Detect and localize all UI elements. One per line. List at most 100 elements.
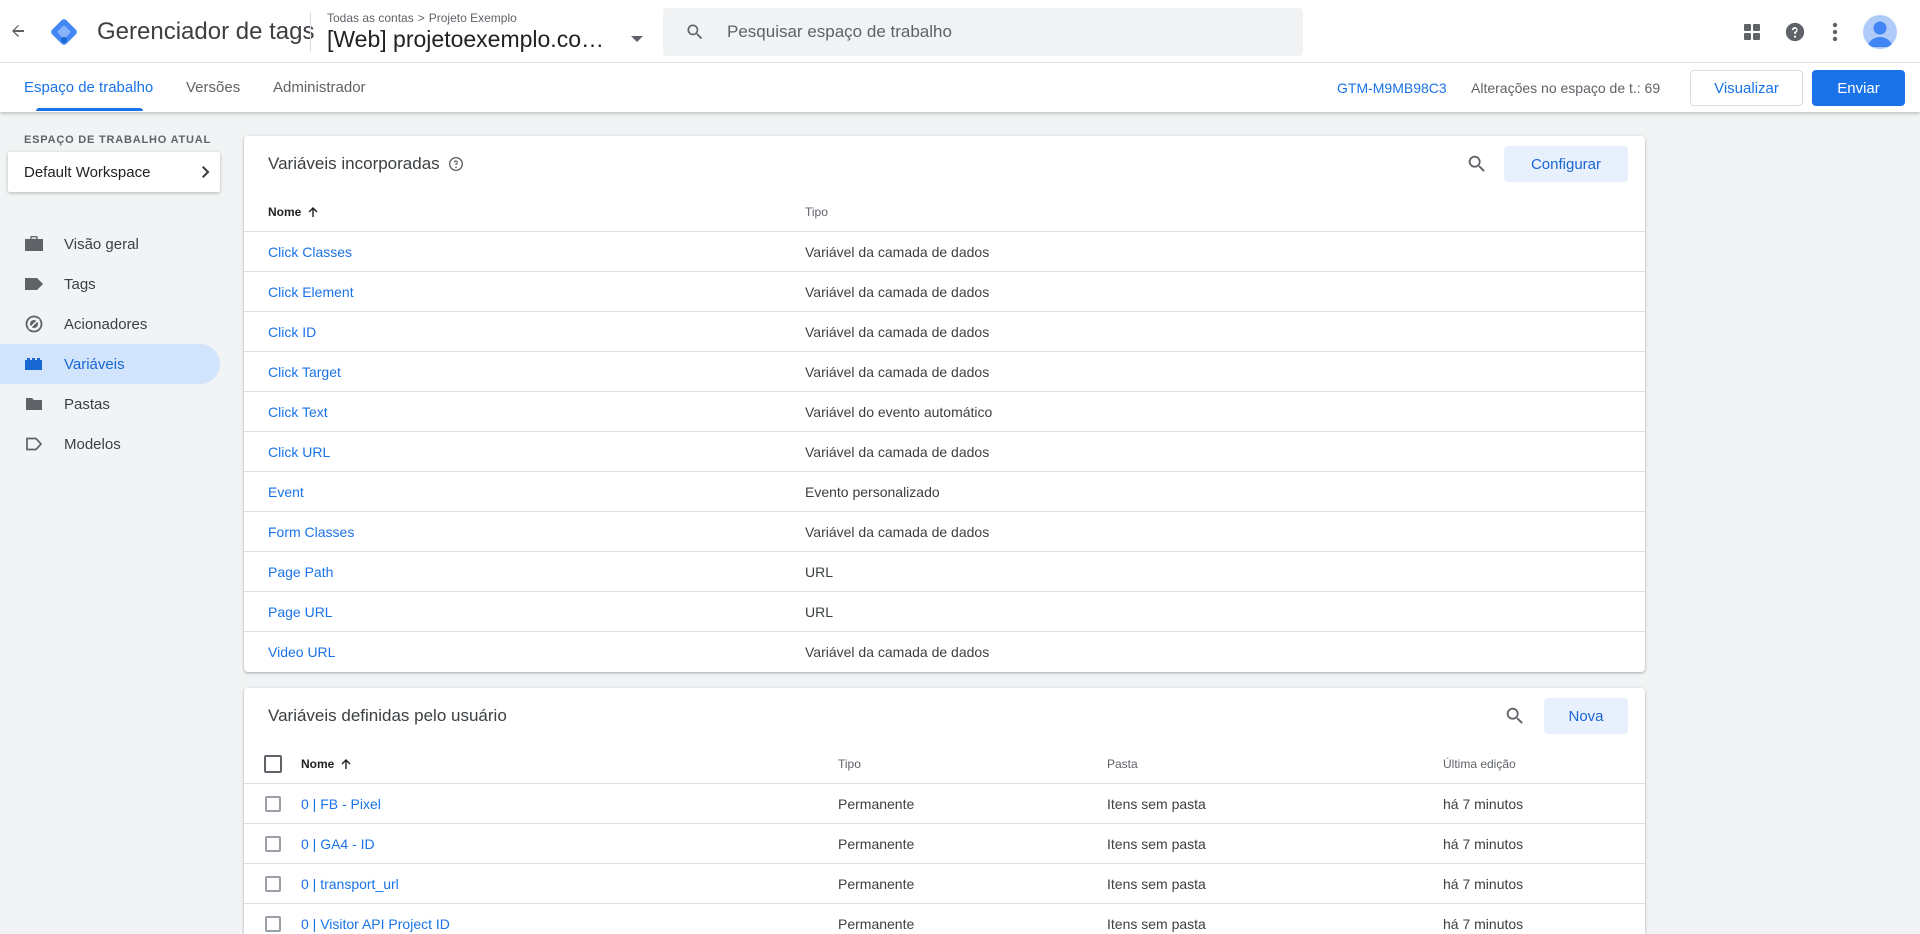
builtin-variables-card: Variáveis incorporadas Configurar Nome T… bbox=[244, 136, 1645, 672]
variable-type: Permanente bbox=[838, 876, 915, 892]
more-vert-icon[interactable] bbox=[1822, 19, 1848, 45]
variable-name-link[interactable]: 0 | Visitor API Project ID bbox=[301, 916, 450, 932]
column-header-label: Nome bbox=[301, 757, 335, 771]
apps-grid-icon[interactable] bbox=[1739, 19, 1765, 45]
table-row: 0 | Visitor API Project ID Permanente It… bbox=[244, 903, 1645, 934]
help-outline-icon[interactable] bbox=[448, 156, 464, 172]
variable-type: Variável da camada de dados bbox=[805, 444, 990, 460]
tab-admin[interactable]: Administrador bbox=[273, 79, 366, 96]
arrow-up-icon bbox=[308, 207, 318, 217]
breadcrumb-root[interactable]: Todas as contas bbox=[327, 11, 414, 25]
configure-button[interactable]: Configurar bbox=[1504, 146, 1628, 182]
table-row: Video URL Variável da camada de dados bbox=[244, 631, 1645, 671]
sidebar-item-label: Acionadores bbox=[64, 316, 148, 333]
sidebar-item-label: Variáveis bbox=[64, 356, 125, 373]
breadcrumb-account[interactable]: Projeto Exemplo bbox=[429, 11, 517, 25]
row-checkbox[interactable] bbox=[265, 916, 281, 932]
table-row: Click Element Variável da camada de dados bbox=[244, 271, 1645, 311]
search-input[interactable] bbox=[727, 8, 1287, 56]
table-row: Event Evento personalizado bbox=[244, 471, 1645, 511]
sidebar-item-label: Tags bbox=[64, 276, 96, 293]
user-avatar[interactable] bbox=[1863, 15, 1897, 49]
variable-type: Variável da camada de dados bbox=[805, 324, 990, 340]
tab-versions[interactable]: Versões bbox=[186, 79, 240, 96]
user-defined-variables-title: Variáveis definidas pelo usuário bbox=[268, 706, 507, 725]
sidebar-item-tags[interactable]: Tags bbox=[0, 264, 220, 304]
sidebar-item-folders[interactable]: Pastas bbox=[0, 384, 220, 424]
search-icon[interactable] bbox=[1504, 705, 1526, 727]
variable-type: Variável da camada de dados bbox=[805, 524, 990, 540]
sidebar-item-overview[interactable]: Visão geral bbox=[0, 224, 220, 264]
table-row: Click Text Variável do evento automático bbox=[244, 391, 1645, 431]
variable-type: Variável da camada de dados bbox=[805, 284, 990, 300]
select-all-checkbox[interactable] bbox=[264, 755, 282, 773]
sidebar-item-label: Visão geral bbox=[64, 236, 139, 253]
container-id-link[interactable]: GTM-M9MB98C3 bbox=[1337, 80, 1447, 96]
preview-button[interactable]: Visualizar bbox=[1690, 70, 1803, 106]
header-divider bbox=[310, 12, 311, 52]
variable-name-link[interactable]: Click Element bbox=[268, 284, 354, 300]
breadcrumb-separator-icon: > bbox=[417, 11, 425, 25]
variable-name-link[interactable]: Video URL bbox=[268, 644, 335, 660]
workspace-search-box[interactable] bbox=[663, 8, 1303, 56]
variables-icon bbox=[24, 355, 44, 373]
variable-name-link[interactable]: Page URL bbox=[268, 604, 333, 620]
variable-name-link[interactable]: 0 | FB - Pixel bbox=[301, 796, 381, 812]
sidebar-item-variables[interactable]: Variáveis bbox=[0, 344, 220, 384]
back-arrow-icon[interactable] bbox=[6, 19, 30, 43]
variable-name-link[interactable]: Click ID bbox=[268, 324, 316, 340]
column-header-name[interactable]: Nome bbox=[301, 757, 352, 771]
column-header-type: Tipo bbox=[838, 757, 861, 771]
workspace-changes-count: Alterações no espaço de t.: 69 bbox=[1471, 80, 1661, 96]
variable-folder: Itens sem pasta bbox=[1107, 916, 1206, 932]
variable-name-link[interactable]: Click Text bbox=[268, 404, 328, 420]
table-row: 0 | transport_url Permanente Itens sem p… bbox=[244, 863, 1645, 903]
column-header-name[interactable]: Nome bbox=[268, 205, 319, 219]
table-row: Click URL Variável da camada de dados bbox=[244, 431, 1645, 471]
row-checkbox[interactable] bbox=[265, 796, 281, 812]
variable-name-link[interactable]: Click Target bbox=[268, 364, 341, 380]
variable-type: Variável da camada de dados bbox=[805, 644, 990, 660]
variable-type: Variável da camada de dados bbox=[805, 364, 990, 380]
current-workspace-label: ESPAÇO DE TRABALHO ATUAL bbox=[24, 134, 212, 146]
variable-name-link[interactable]: Click URL bbox=[268, 444, 330, 460]
workspace-nav-bar: Espaço de trabalho Versões Administrador… bbox=[0, 63, 1920, 112]
column-header-label: Nome bbox=[268, 205, 302, 219]
workspace-name: Default Workspace bbox=[24, 164, 151, 181]
tab-workspace[interactable]: Espaço de trabalho bbox=[24, 79, 153, 96]
sidebar-item-templates[interactable]: Modelos bbox=[0, 424, 220, 464]
table-row: Form Classes Variável da camada de dados bbox=[244, 511, 1645, 551]
help-icon[interactable] bbox=[1782, 19, 1808, 45]
search-icon[interactable] bbox=[1466, 153, 1488, 175]
app-title: Gerenciador de tags bbox=[97, 18, 315, 45]
variable-name-link[interactable]: Page Path bbox=[268, 564, 333, 580]
variable-type: Permanente bbox=[838, 796, 915, 812]
variable-type: URL bbox=[805, 564, 834, 580]
sidebar-item-triggers[interactable]: Acionadores bbox=[0, 304, 220, 344]
arrow-up-icon bbox=[341, 759, 351, 769]
variable-name-link[interactable]: Event bbox=[268, 484, 304, 500]
card-title-text: Variáveis incorporadas bbox=[268, 154, 440, 173]
caret-down-icon[interactable] bbox=[631, 36, 643, 42]
variable-name-link[interactable]: Form Classes bbox=[268, 524, 354, 540]
variable-name-link[interactable]: 0 | GA4 - ID bbox=[301, 836, 375, 852]
variable-type: Variável do evento automático bbox=[805, 404, 993, 420]
column-header-type: Tipo bbox=[805, 205, 828, 219]
submit-button[interactable]: Enviar bbox=[1812, 70, 1905, 106]
variable-name-link[interactable]: 0 | transport_url bbox=[301, 876, 399, 892]
variable-name-link[interactable]: Click Classes bbox=[268, 244, 352, 260]
breadcrumb: Todas as contas > Projeto Exemplo bbox=[327, 11, 517, 25]
briefcase-icon bbox=[24, 235, 44, 253]
variable-folder: Itens sem pasta bbox=[1107, 836, 1206, 852]
builtin-variables-title: Variáveis incorporadas bbox=[268, 154, 464, 174]
template-icon bbox=[24, 435, 44, 453]
row-checkbox[interactable] bbox=[265, 876, 281, 892]
variable-type: URL bbox=[805, 604, 834, 620]
container-selector[interactable]: [Web] projetoexemplo.com.br bbox=[327, 26, 623, 53]
active-tab-indicator bbox=[36, 108, 143, 111]
variable-folder: Itens sem pasta bbox=[1107, 796, 1206, 812]
row-checkbox[interactable] bbox=[265, 836, 281, 852]
tag-manager-logo-icon bbox=[46, 14, 82, 50]
workspace-selector[interactable]: Default Workspace bbox=[8, 152, 220, 192]
new-variable-button[interactable]: Nova bbox=[1544, 698, 1628, 734]
